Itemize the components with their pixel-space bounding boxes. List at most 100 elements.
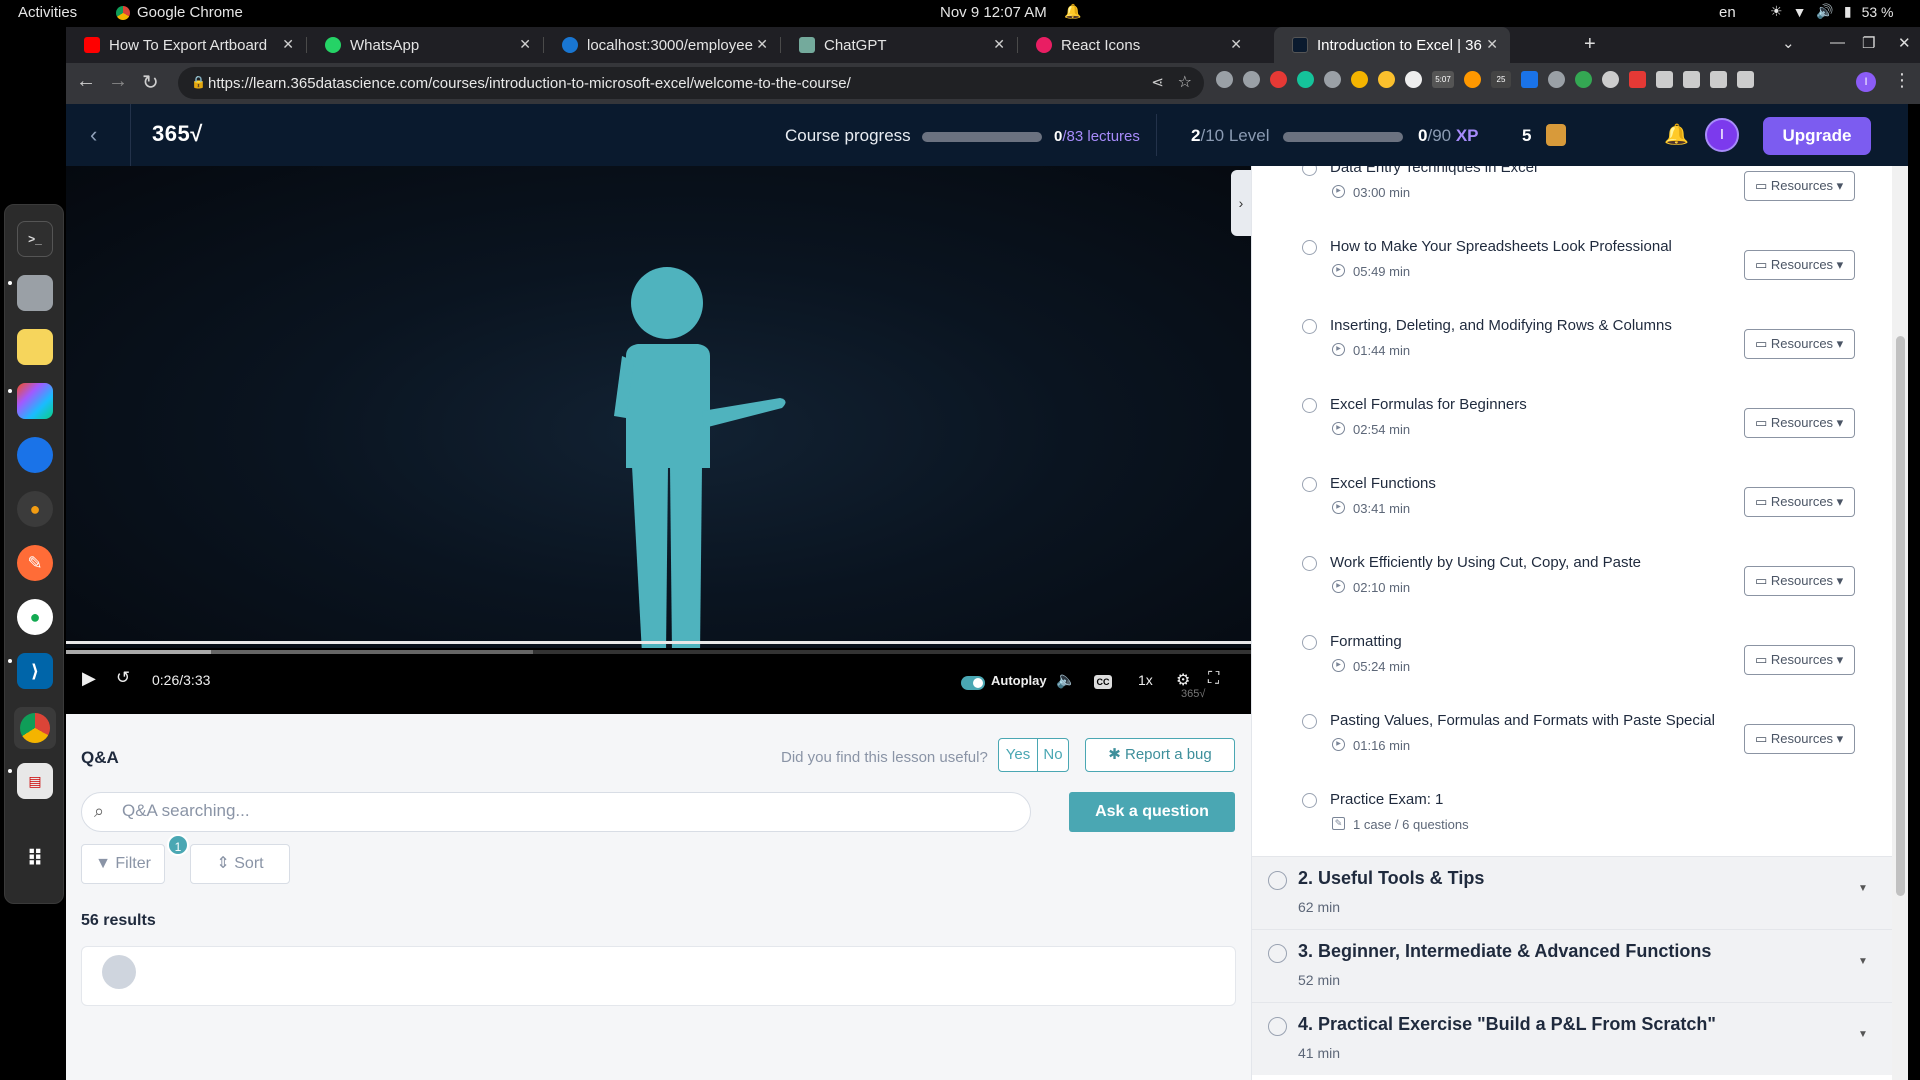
- section-title[interactable]: 2. Useful Tools & Tips: [1298, 868, 1484, 889]
- lesson-item[interactable]: Inserting, Deleting, and Modifying Rows …: [1252, 314, 1892, 393]
- qa-search-input[interactable]: [122, 801, 1002, 821]
- resources-dropdown[interactable]: ▭ Resources ▾: [1744, 408, 1855, 438]
- forward-arrow-icon[interactable]: →: [108, 70, 128, 93]
- close-icon[interactable]: ✕: [519, 36, 531, 53]
- lesson-status-icon[interactable]: [1302, 398, 1317, 413]
- upgrade-button[interactable]: Upgrade: [1763, 117, 1871, 155]
- resources-dropdown[interactable]: ▭ Resources ▾: [1744, 645, 1855, 675]
- language-indicator[interactable]: en: [1719, 4, 1736, 21]
- extension-icon[interactable]: [1629, 71, 1646, 88]
- lesson-title[interactable]: Data Entry Techniques in Excel: [1330, 166, 1537, 176]
- download-icon[interactable]: [1710, 71, 1727, 88]
- lesson-title[interactable]: Excel Functions: [1330, 475, 1436, 492]
- grammarly-icon[interactable]: [1297, 71, 1314, 88]
- lesson-status-icon[interactable]: [1302, 240, 1317, 255]
- lesson-title[interactable]: Formatting: [1330, 633, 1402, 650]
- site-logo[interactable]: 365√: [152, 121, 203, 147]
- tab-search-icon[interactable]: ⌄: [1782, 34, 1795, 52]
- extension-icon[interactable]: [1270, 71, 1287, 88]
- terminal-icon[interactable]: >_: [17, 221, 53, 257]
- files-icon[interactable]: [17, 275, 53, 311]
- lesson-item[interactable]: How to Make Your Spreadsheets Look Profe…: [1252, 235, 1892, 314]
- close-window-icon[interactable]: ✕: [1898, 34, 1911, 52]
- badge-extension-icon[interactable]: 25: [1491, 71, 1511, 88]
- app-menu[interactable]: Google Chrome: [116, 4, 243, 21]
- section-title[interactable]: 3. Beginner, Intermediate & Advanced Fun…: [1298, 941, 1711, 962]
- minimize-icon[interactable]: —: [1830, 34, 1845, 51]
- extension-icon[interactable]: [1351, 71, 1368, 88]
- chrome-dock-icon[interactable]: [14, 707, 56, 749]
- lectures-total[interactable]: /83 lectures: [1062, 128, 1140, 145]
- captions-icon[interactable]: CC: [1094, 675, 1112, 689]
- lesson-item[interactable]: Excel Formulas for Beginners ▶ 02:54 min…: [1252, 393, 1892, 472]
- lesson-title[interactable]: Pasting Values, Formulas and Formats wit…: [1330, 712, 1715, 729]
- lesson-item[interactable]: Pasting Values, Formulas and Formats wit…: [1252, 709, 1892, 788]
- qa-post-card[interactable]: [81, 946, 1236, 1006]
- thunderbird-icon[interactable]: [17, 437, 53, 473]
- settings-gear-icon[interactable]: ⚙: [1176, 670, 1190, 690]
- close-icon[interactable]: ✕: [1486, 36, 1498, 53]
- sort-button[interactable]: ⇕ Sort: [190, 844, 290, 884]
- mongodb-compass-icon[interactable]: ●: [17, 599, 53, 635]
- collapse-sidebar-button[interactable]: ›: [1231, 170, 1251, 236]
- extension-icon[interactable]: [1548, 71, 1565, 88]
- filter-button[interactable]: ▼ Filter: [81, 844, 165, 884]
- puzzle-icon[interactable]: [1656, 71, 1673, 88]
- maximize-icon[interactable]: ❐: [1862, 34, 1875, 52]
- activities-button[interactable]: Activities: [18, 4, 77, 21]
- extension-icon[interactable]: [1216, 71, 1233, 88]
- section-header[interactable]: 3. Beginner, Intermediate & Advanced Fun…: [1252, 929, 1892, 1002]
- address-bar[interactable]: 🔒 https://learn.365datascience.com/cours…: [178, 67, 1204, 99]
- lesson-title[interactable]: How to Make Your Spreadsheets Look Profe…: [1330, 238, 1672, 255]
- resources-dropdown[interactable]: ▭ Resources ▾: [1744, 724, 1855, 754]
- extension-icon[interactable]: [1405, 71, 1422, 88]
- timer-extension-icon[interactable]: 5:07: [1432, 71, 1454, 88]
- play-icon[interactable]: ▶: [82, 668, 96, 689]
- extension-icon[interactable]: [1324, 71, 1341, 88]
- clock[interactable]: Nov 9 12:07 AM: [940, 4, 1047, 21]
- scrollbar-thumb[interactable]: [1896, 336, 1905, 896]
- figma-icon[interactable]: [17, 383, 53, 419]
- lesson-item[interactable]: Data Entry Techniques in Excel ▶ 03:00 m…: [1252, 166, 1892, 235]
- chevron-down-icon[interactable]: ▼: [1858, 883, 1868, 894]
- tab-3[interactable]: ChatGPT ✕: [781, 27, 1017, 63]
- side-panel-icon[interactable]: [1737, 71, 1754, 88]
- close-icon[interactable]: ✕: [993, 36, 1005, 53]
- yes-button[interactable]: Yes: [998, 738, 1038, 772]
- lesson-status-icon[interactable]: [1302, 166, 1317, 176]
- volume-icon[interactable]: 🔈: [1056, 670, 1076, 690]
- postman-icon[interactable]: ✎: [17, 545, 53, 581]
- vscode-icon[interactable]: ⟩: [17, 653, 53, 689]
- lesson-title[interactable]: Work Efficiently by Using Cut, Copy, and…: [1330, 554, 1641, 571]
- document-viewer-icon[interactable]: ▤: [17, 763, 53, 799]
- menu-kebab-icon[interactable]: ⋮: [1893, 70, 1911, 91]
- lesson-status-icon[interactable]: [1302, 793, 1317, 808]
- ask-question-button[interactable]: Ask a question: [1069, 792, 1235, 832]
- lesson-status-icon[interactable]: [1302, 635, 1317, 650]
- back-arrow-icon[interactable]: ←: [76, 70, 96, 93]
- exam-title[interactable]: Practice Exam: 1: [1330, 791, 1443, 808]
- translate-icon[interactable]: [1521, 71, 1538, 88]
- section-title[interactable]: 4. Practical Exercise "Build a P&L From …: [1298, 1014, 1716, 1035]
- back-chevron-icon[interactable]: ‹: [90, 122, 97, 148]
- lesson-status-icon[interactable]: [1302, 319, 1317, 334]
- share-icon[interactable]: ⋖: [1151, 73, 1164, 91]
- autoplay-toggle[interactable]: [961, 676, 985, 690]
- close-icon[interactable]: ✕: [1230, 36, 1242, 53]
- close-icon[interactable]: ✕: [282, 36, 294, 53]
- resources-dropdown[interactable]: ▭ Resources ▾: [1744, 487, 1855, 517]
- app-grid-icon[interactable]: ⠿: [17, 841, 53, 877]
- extension-icon[interactable]: [1464, 71, 1481, 88]
- chevron-down-icon[interactable]: ▼: [1858, 1029, 1868, 1040]
- seek-bar[interactable]: [66, 650, 1251, 654]
- tab-2[interactable]: localhost:3000/employee ✕: [544, 27, 780, 63]
- lesson-title[interactable]: Inserting, Deleting, and Modifying Rows …: [1330, 317, 1672, 334]
- resources-dropdown[interactable]: ▭ Resources ▾: [1744, 566, 1855, 596]
- lesson-status-icon[interactable]: [1302, 477, 1317, 492]
- extension-icon[interactable]: [1575, 71, 1592, 88]
- section-header[interactable]: 4. Practical Exercise "Build a P&L From …: [1252, 1002, 1892, 1075]
- tab-4[interactable]: React Icons ✕: [1018, 27, 1254, 63]
- tab-0[interactable]: How To Export Artboard ✕: [66, 27, 306, 63]
- user-avatar[interactable]: I: [1705, 118, 1739, 152]
- lesson-item[interactable]: Formatting ▶ 05:24 min ▭ Resources ▾: [1252, 630, 1892, 709]
